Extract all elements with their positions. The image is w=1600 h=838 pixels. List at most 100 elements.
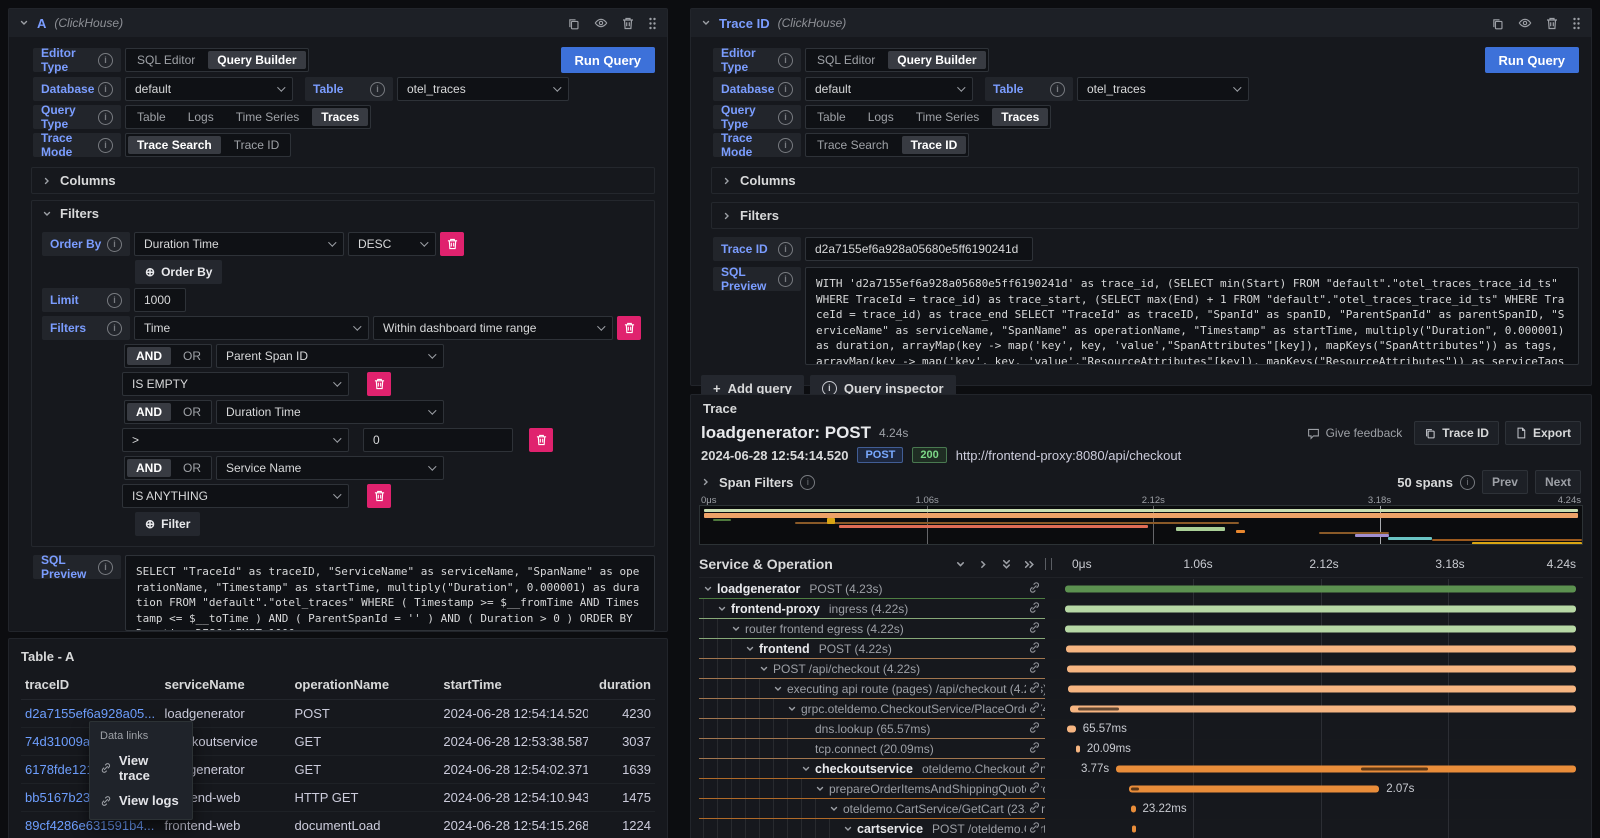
span-tree-cell[interactable]: tcp.connect (20.09ms) (699, 739, 1045, 759)
filter-value-input[interactable]: 0 (363, 428, 513, 452)
span-link[interactable] (1026, 681, 1041, 697)
column-header-servicename[interactable]: serviceName (160, 670, 290, 700)
remove-filter-button[interactable] (529, 428, 553, 452)
table-select[interactable]: otel_traces (397, 77, 569, 101)
option-sql-editor[interactable]: SQL Editor (126, 49, 206, 71)
span-tree-cell[interactable]: cartservicePOST /oteldemo.CartService/Ge… (699, 819, 1045, 838)
or-option[interactable]: OR (173, 345, 211, 367)
remove-filter-button[interactable] (367, 484, 391, 508)
filter-field-select[interactable]: Parent Span ID (216, 344, 444, 368)
option-table[interactable]: Table (126, 106, 177, 128)
and-option[interactable]: AND (127, 459, 171, 477)
link-icon[interactable] (1028, 621, 1041, 634)
span-filters-header[interactable]: Span Filters (719, 475, 793, 490)
span-link[interactable] (1026, 641, 1041, 657)
link-icon[interactable] (1028, 721, 1041, 734)
filter-value-select[interactable]: Within dashboard time range (373, 316, 613, 340)
delete-query-icon[interactable] (622, 17, 634, 30)
expand-one-icon[interactable] (978, 559, 989, 570)
remove-order-by-button[interactable] (440, 232, 464, 256)
or-option[interactable]: OR (173, 457, 211, 479)
chevron-down-icon[interactable] (717, 604, 727, 614)
collapse-one-icon[interactable] (955, 559, 966, 570)
trace-id-button[interactable]: Trace ID (1414, 421, 1499, 445)
span-duration-bar[interactable] (1065, 585, 1576, 592)
span-row[interactable]: executing api route (pages) /api/checkou… (699, 679, 1583, 699)
span-link[interactable] (1026, 801, 1041, 817)
link-icon[interactable] (1028, 581, 1041, 594)
span-tree-cell[interactable]: oteldemo.CartService/GetCart (23.22ms) (699, 799, 1045, 819)
chevron-down-icon[interactable] (787, 704, 797, 714)
trace-id-input[interactable]: d2a7155ef6a928a05680e5ff6190241d (805, 237, 1033, 261)
span-duration-bar[interactable] (1070, 705, 1576, 712)
option-trace-search[interactable]: Trace Search (128, 136, 221, 154)
link-icon[interactable] (1028, 801, 1041, 814)
option-table[interactable]: Table (806, 106, 857, 128)
filter-operator-select[interactable]: IS ANYTHING (122, 484, 349, 508)
add-filter-button[interactable]: ⊕Filter (135, 512, 200, 536)
drag-handle-icon[interactable] (1572, 17, 1581, 30)
option-logs[interactable]: Logs (177, 106, 225, 128)
chevron-down-icon[interactable] (843, 824, 853, 834)
span-duration-bar[interactable] (1132, 825, 1135, 832)
chevron-down-icon[interactable] (773, 684, 783, 694)
filter-field-select[interactable]: Duration Time (216, 400, 444, 424)
link-icon[interactable] (1028, 641, 1041, 654)
link-icon[interactable] (1028, 601, 1041, 614)
span-duration-bar[interactable] (1065, 605, 1576, 612)
option-query-builder[interactable]: Query Builder (888, 51, 985, 69)
span-link[interactable] (1026, 721, 1041, 737)
span-link[interactable] (1026, 661, 1041, 677)
link-icon[interactable] (1028, 661, 1041, 674)
filter-field-select[interactable]: Service Name (216, 456, 444, 480)
filters-section-header[interactable]: Filters (32, 201, 654, 226)
option-trace-id[interactable]: Trace ID (902, 136, 967, 154)
filter-operator-select[interactable]: > (122, 428, 349, 452)
span-row[interactable]: frontend-proxyingress (4.22s) (699, 599, 1583, 619)
give-feedback-button[interactable]: Give feedback (1301, 425, 1409, 441)
span-duration-bar[interactable] (1068, 685, 1576, 692)
chevron-down-icon[interactable] (745, 644, 755, 654)
filters-section-header[interactable]: Filters (712, 203, 1578, 228)
collapse-all-icon[interactable] (1001, 559, 1012, 570)
span-row[interactable]: frontendPOST (4.22s) (699, 639, 1583, 659)
link-icon[interactable] (1028, 701, 1041, 714)
remove-filter-button[interactable] (367, 372, 391, 396)
span-tree-cell[interactable]: prepareOrderItemsAndShippingQuoteFromCar… (699, 779, 1045, 799)
duplicate-icon[interactable] (567, 17, 580, 30)
column-header-traceid[interactable]: traceID (21, 670, 160, 700)
collapse-chevron-icon[interactable] (701, 18, 711, 28)
span-row[interactable]: checkoutserviceoteldemo.CheckoutService/… (699, 759, 1583, 779)
view-logs-link[interactable]: View logs (90, 788, 192, 813)
span-tree-cell[interactable]: checkoutserviceoteldemo.CheckoutService/… (699, 759, 1045, 779)
columns-section-header[interactable]: Columns (712, 168, 1578, 193)
span-row[interactable]: POST /api/checkout (4.22s) (699, 659, 1583, 679)
span-tree-cell[interactable]: frontend-proxyingress (4.22s) (699, 599, 1045, 619)
order-by-direction-select[interactable]: DESC (348, 232, 436, 256)
chevron-down-icon[interactable] (703, 584, 713, 594)
chevron-down-icon[interactable] (731, 624, 741, 634)
link-icon[interactable] (1028, 821, 1041, 834)
disable-eye-icon[interactable] (1518, 16, 1532, 30)
span-row[interactable]: prepareOrderItemsAndShippingQuoteFromCar… (699, 779, 1583, 799)
prev-button[interactable]: Prev (1482, 470, 1528, 494)
chevron-down-icon[interactable] (815, 784, 825, 794)
link-icon[interactable] (1028, 741, 1041, 754)
span-link[interactable] (1026, 821, 1041, 837)
span-row[interactable]: router frontend egress (4.22s) (699, 619, 1583, 639)
database-select[interactable]: default (125, 77, 293, 101)
span-duration-bar[interactable] (1067, 725, 1076, 732)
span-duration-bar[interactable] (1065, 625, 1576, 632)
span-duration-bar[interactable] (1116, 765, 1576, 772)
span-tree-cell[interactable]: grpc.oteldemo.CheckoutService/PlaceOrder… (699, 699, 1045, 719)
link-icon[interactable] (1028, 781, 1041, 794)
span-duration-bar[interactable] (1129, 785, 1379, 792)
span-link[interactable] (1026, 581, 1041, 597)
chevron-down-icon[interactable] (759, 664, 769, 674)
drag-handle-icon[interactable] (648, 17, 657, 30)
limit-input[interactable]: 1000 (134, 288, 186, 312)
span-duration-bar[interactable] (1066, 645, 1576, 652)
span-tree-cell[interactable]: frontendPOST (4.22s) (699, 639, 1045, 659)
database-select[interactable]: default (805, 77, 973, 101)
chevron-down-icon[interactable] (829, 804, 839, 814)
